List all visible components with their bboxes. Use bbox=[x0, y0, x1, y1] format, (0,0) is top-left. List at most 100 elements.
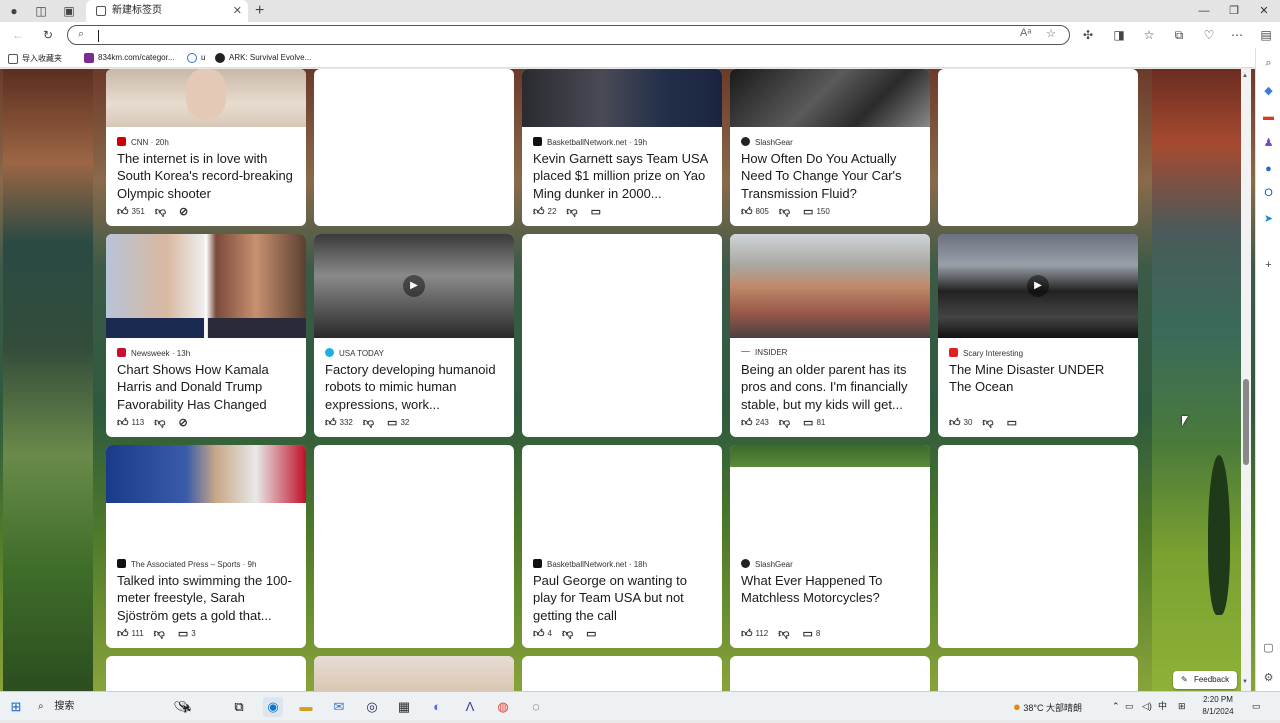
feedback-button[interactable]: ✎ Feedback bbox=[1173, 671, 1237, 689]
comment-button[interactable]: ▭ bbox=[1007, 417, 1020, 429]
dislike-button[interactable]: 👎︎ bbox=[562, 628, 576, 640]
close-window-button[interactable]: ✕ bbox=[1249, 0, 1279, 22]
address-bar[interactable]: ⌕ Aᵃ ☆ bbox=[67, 25, 1070, 45]
comment-button[interactable]: ▭ 3 bbox=[178, 628, 196, 640]
page-scrollbar[interactable]: ▲ ▼ bbox=[1241, 69, 1251, 691]
minimize-button[interactable]: — bbox=[1189, 0, 1219, 22]
ime-indicator[interactable]: 中 bbox=[1158, 692, 1167, 721]
tools-icon[interactable]: ▬ bbox=[1262, 111, 1275, 124]
dislike-button[interactable]: 👎︎ bbox=[982, 417, 996, 429]
favorite-star-icon[interactable]: ☆ bbox=[1046, 27, 1056, 40]
dislike-button[interactable]: 👎︎ bbox=[155, 206, 169, 218]
like-button[interactable]: 👍︎ 30 bbox=[949, 417, 972, 429]
app-icon[interactable]: ◌ bbox=[526, 697, 546, 717]
news-card[interactable]: Newsweek · 13h Chart Shows How Kamala Ha… bbox=[106, 234, 306, 437]
dislike-button[interactable]: 👎︎ bbox=[566, 206, 580, 218]
article-title[interactable]: The internet is in love with South Korea… bbox=[117, 150, 297, 202]
article-title[interactable]: Chart Shows How Kamala Harris and Donald… bbox=[117, 361, 297, 413]
article-title[interactable]: Paul George on wanting to play for Team … bbox=[533, 572, 713, 624]
news-card[interactable]: SlashGear What Ever Happened To Matchles… bbox=[730, 445, 930, 648]
comment-button[interactable]: ⊘ bbox=[178, 417, 190, 429]
send-icon[interactable]: ➤ bbox=[1262, 213, 1275, 226]
news-card[interactable]: The Associated Press – Sports · 9h Talke… bbox=[106, 445, 306, 648]
comment-button[interactable]: ▭ 32 bbox=[387, 417, 409, 429]
edge-app-icon[interactable]: ◉ bbox=[263, 697, 283, 717]
scroll-up-icon[interactable]: ▲ bbox=[1242, 73, 1248, 79]
dislike-button[interactable]: 👎︎ bbox=[363, 417, 377, 429]
play-icon[interactable]: ▶ bbox=[1027, 275, 1049, 297]
favorite-import[interactable]: 导入收藏夹 bbox=[8, 53, 62, 64]
like-button[interactable]: 👍︎ 113 bbox=[117, 417, 144, 429]
news-card[interactable]: BasketballNetwork.net · 18h Paul George … bbox=[522, 445, 722, 648]
like-button[interactable]: 👍︎ 4 bbox=[533, 628, 552, 640]
mail-icon[interactable]: ✉ bbox=[329, 697, 349, 717]
games-icon[interactable]: ♟ bbox=[1262, 137, 1275, 150]
shopping-icon[interactable]: ◆ bbox=[1262, 85, 1275, 98]
add-icon[interactable]: + bbox=[1262, 259, 1275, 272]
taskbar-search[interactable]: ⌕ 搜索 👒︎ bbox=[32, 696, 222, 718]
chrome-icon[interactable]: ◍ bbox=[493, 697, 513, 717]
restore-button[interactable]: ❐ bbox=[1219, 0, 1249, 22]
collections-icon[interactable]: ⧉ bbox=[1171, 27, 1187, 43]
search-icon[interactable]: ⌕ bbox=[1262, 57, 1275, 70]
input-mode-icon[interactable]: ⊞ bbox=[1178, 692, 1186, 721]
article-title[interactable]: The Mine Disaster UNDER The Ocean bbox=[949, 361, 1129, 396]
new-tab-button[interactable]: + bbox=[255, 0, 264, 22]
scroll-down-icon[interactable]: ▼ bbox=[1242, 679, 1248, 685]
favorite-834km[interactable]: 834km.com/categor... bbox=[84, 53, 174, 63]
discord-icon[interactable]: ◐ bbox=[427, 697, 447, 717]
comment-button[interactable]: ▭ bbox=[586, 628, 599, 640]
outlook-icon[interactable]: O bbox=[1262, 187, 1275, 200]
comment-button[interactable]: ⊘ bbox=[179, 206, 191, 218]
article-title[interactable]: Talked into swimming the 100-meter frees… bbox=[117, 572, 297, 624]
more-menu-icon[interactable]: ⋯ bbox=[1229, 27, 1245, 43]
hide-sidebar-icon[interactable]: ▢ bbox=[1262, 642, 1275, 655]
network-icon[interactable]: ▭ bbox=[1125, 692, 1134, 721]
dislike-button[interactable]: 👎︎ bbox=[779, 417, 793, 429]
volume-icon[interactable]: ◁) bbox=[1142, 692, 1152, 721]
settings-icon[interactable]: ⚙ bbox=[1262, 672, 1275, 685]
news-card[interactable]: ▶ USA TODAY Factory developing humanoid … bbox=[314, 234, 514, 437]
store-icon[interactable]: ▦ bbox=[394, 697, 414, 717]
comment-button[interactable]: ▭ 8 bbox=[802, 628, 820, 640]
news-card[interactable]: ▶ Scary Interesting The Mine Disaster UN… bbox=[938, 234, 1138, 437]
start-icon[interactable]: ⊞ bbox=[6, 697, 26, 717]
favorite-u[interactable]: u bbox=[187, 53, 205, 63]
like-button[interactable]: 👍︎ 805 bbox=[741, 206, 769, 218]
sidebar-toggle-icon[interactable]: ▤ bbox=[1258, 27, 1274, 43]
back-icon[interactable]: ← bbox=[10, 27, 26, 43]
workspaces-icon[interactable]: ◫ bbox=[33, 3, 49, 19]
dislike-button[interactable]: 👎︎ bbox=[779, 206, 793, 218]
profile-icon[interactable]: ● bbox=[6, 3, 22, 19]
news-card[interactable] bbox=[314, 656, 514, 691]
refresh-icon[interactable]: ↻ bbox=[40, 27, 56, 43]
tab-actions-icon[interactable]: ▣ bbox=[61, 3, 77, 19]
favorites-icon[interactable]: ☆ bbox=[1141, 27, 1157, 43]
article-title[interactable]: Kevin Garnett says Team USA placed $1 mi… bbox=[533, 150, 713, 202]
system-clock[interactable]: 2:20 PM 8/1/2024 bbox=[1196, 694, 1240, 718]
scroll-thumb[interactable] bbox=[1243, 379, 1249, 465]
file-explorer-icon[interactable]: ▬ bbox=[296, 697, 316, 717]
news-card[interactable]: INSIDER Being an older parent has its pr… bbox=[730, 234, 930, 437]
like-button[interactable]: 👍︎ 112 bbox=[741, 628, 768, 640]
play-icon[interactable]: ▶ bbox=[403, 275, 425, 297]
notification-icon[interactable]: ▭ bbox=[1252, 692, 1261, 721]
tray-overflow-icon[interactable]: ⌃ bbox=[1112, 692, 1120, 721]
office-icon[interactable]: ● bbox=[1262, 163, 1275, 176]
app-icon[interactable]: Λ bbox=[460, 697, 480, 717]
tab-close-icon[interactable]: ✕ bbox=[233, 0, 242, 22]
dislike-button[interactable]: 👎︎ bbox=[154, 417, 168, 429]
comment-button[interactable]: ▭ bbox=[591, 206, 604, 218]
news-card[interactable]: SlashGear How Often Do You Actually Need… bbox=[730, 69, 930, 226]
article-title[interactable]: Factory developing humanoid robots to mi… bbox=[325, 361, 505, 413]
news-card[interactable]: BasketballNetwork.net · 19h Kevin Garnet… bbox=[522, 69, 722, 226]
like-button[interactable]: 👍︎ 22 bbox=[533, 206, 556, 218]
comment-button[interactable]: ▭ 81 bbox=[803, 417, 825, 429]
dislike-button[interactable]: 👎︎ bbox=[778, 628, 792, 640]
read-aloud-icon[interactable]: Aᵃ bbox=[1020, 27, 1031, 39]
split-screen-icon[interactable]: ◨ bbox=[1111, 27, 1127, 43]
dislike-button[interactable]: 👎︎ bbox=[154, 628, 168, 640]
steam-icon[interactable]: ◎ bbox=[362, 697, 382, 717]
like-button[interactable]: 👍︎ 351 bbox=[117, 206, 145, 218]
article-title[interactable]: Being an older parent has its pros and c… bbox=[741, 361, 921, 413]
